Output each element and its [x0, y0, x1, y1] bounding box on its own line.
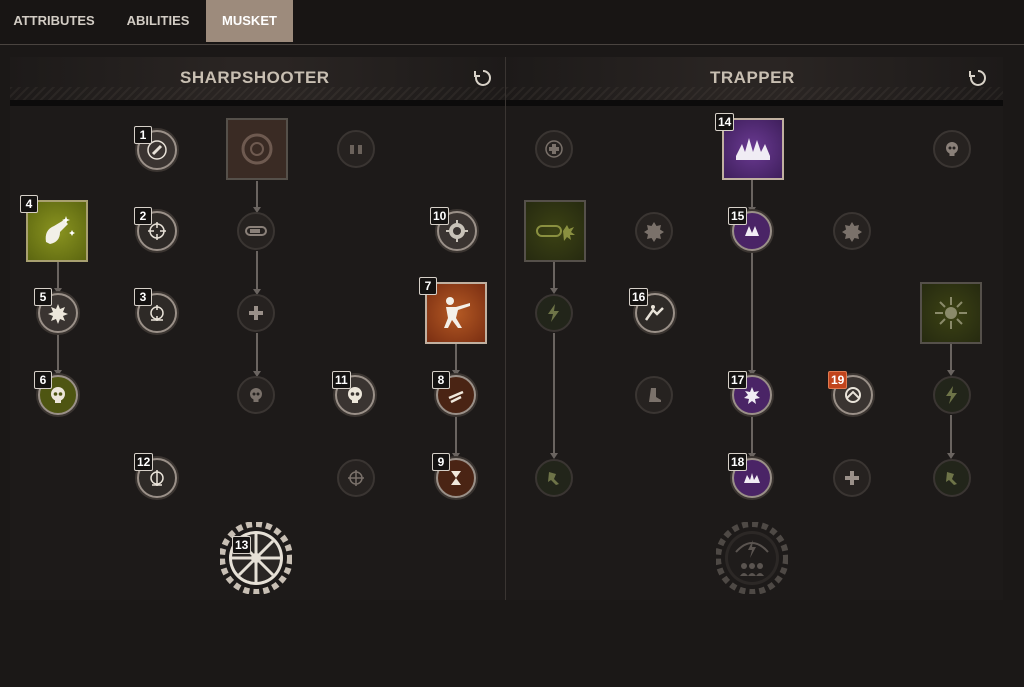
reset-icon [969, 70, 986, 86]
tab-bar: ATTRIBUTES ABILITIES MUSKET [0, 0, 1024, 45]
skill-rank-badge-available: 19 [828, 371, 848, 389]
skill-rank-badge: 11 [332, 371, 351, 389]
skill-node-reticle[interactable] [337, 459, 375, 497]
skill-rank-badge: 7 [419, 277, 437, 295]
skill-node-wedge-2[interactable] [933, 459, 971, 497]
skull-icon [946, 142, 958, 156]
skull-icon [250, 388, 262, 402]
wedge-icon [548, 472, 559, 485]
reticle-icon [348, 470, 364, 486]
skill-node-death-mark[interactable] [933, 130, 971, 168]
skill-node-ultimate-shockwave[interactable] [715, 521, 789, 599]
skill-node-medkit[interactable] [237, 294, 275, 332]
powder-flask-icon [45, 216, 75, 244]
kneeling-marksman-icon [444, 297, 470, 328]
skill-node-ultimate-deadeye[interactable] [219, 521, 293, 599]
skill-rank-badge: 16 [629, 288, 649, 306]
bear-trap-icon [736, 138, 770, 160]
skill-rank-badge: 17 [728, 371, 748, 389]
skill-rank-badge: 8 [432, 371, 450, 389]
medkit-icon [249, 306, 263, 320]
skill-node-badge-shield[interactable] [635, 212, 673, 250]
shockwave-gear-icon [715, 521, 789, 595]
medkit-icon [845, 471, 859, 485]
lightning-icon [548, 304, 559, 322]
skill-rank-badge: 14 [715, 113, 735, 131]
skill-node-badge-shield-2[interactable] [833, 212, 871, 250]
skill-node-explosive-cartridge[interactable] [524, 200, 586, 262]
cross-circle-icon [545, 140, 563, 158]
skill-node-field-aid[interactable] [833, 459, 871, 497]
skill-node-gloves[interactable] [337, 130, 375, 168]
trapper-title: TRAPPER [710, 68, 795, 87]
skill-rank-badge: 6 [34, 371, 52, 389]
skill-node-field-medic[interactable] [535, 130, 573, 168]
tree-divider [505, 57, 506, 600]
skill-rank-badge: 13 [232, 536, 252, 554]
skill-node-steady-aim[interactable] [226, 118, 288, 180]
header-divider [10, 100, 505, 106]
skill-rank-badge: 5 [34, 288, 52, 306]
header-divider [506, 100, 1003, 106]
mine-burst-icon [935, 297, 967, 329]
tab-musket[interactable]: MUSKET [206, 0, 293, 42]
tab-abilities[interactable]: ABILITIES [112, 0, 204, 42]
skill-rank-badge: 2 [134, 207, 152, 225]
explosive-cartridge-icon [536, 225, 575, 241]
skill-node-shock[interactable] [535, 294, 573, 332]
skill-node-skull[interactable] [237, 376, 275, 414]
sharpshooter-title: SHARPSHOOTER [180, 68, 330, 87]
skill-node-wedge[interactable] [535, 459, 573, 497]
skill-rank-badge: 1 [134, 126, 152, 144]
gloves-icon [350, 145, 362, 154]
star-badge-icon [842, 222, 862, 242]
trapper-reset-button[interactable] [968, 68, 988, 88]
skill-rank-badge: 18 [728, 453, 748, 471]
skill-rank-badge: 9 [432, 453, 450, 471]
skill-rank-badge: 3 [134, 288, 152, 306]
hourglass-icon [451, 471, 461, 485]
boot-icon [649, 388, 661, 402]
skill-node-cartridge[interactable] [237, 212, 275, 250]
scope-ring-icon [241, 133, 273, 165]
deadeye-gear-icon [219, 521, 293, 595]
skill-rank-badge: 12 [134, 453, 154, 471]
skill-node-shock-2[interactable] [933, 376, 971, 414]
skill-node-quick-step[interactable] [635, 376, 673, 414]
skill-rank-badge: 15 [728, 207, 748, 225]
lightning-icon [946, 386, 957, 404]
cartridge-icon [245, 226, 267, 236]
skill-rank-badge: 10 [430, 207, 450, 225]
tab-attributes[interactable]: ATTRIBUTES [0, 0, 108, 42]
wedge-icon [946, 472, 957, 485]
sharpshooter-reset-button[interactable] [473, 68, 493, 88]
reset-icon [474, 70, 491, 86]
star-badge-icon [644, 222, 664, 242]
skill-node-mine-burst[interactable] [920, 282, 982, 344]
skill-rank-badge: 4 [20, 195, 38, 213]
